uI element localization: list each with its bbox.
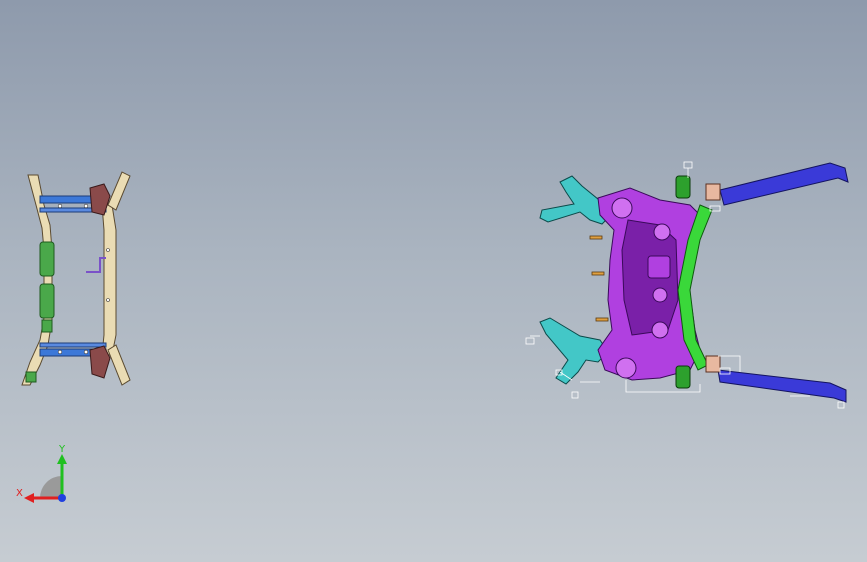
graphics-viewport[interactable]: X Y xyxy=(0,0,867,562)
coordinate-triad: X Y xyxy=(16,444,67,503)
triad-quadrant xyxy=(40,476,62,498)
triad-z-axis xyxy=(58,494,66,502)
triad-x-label: X xyxy=(16,488,23,499)
triad-y-label: Y xyxy=(58,444,66,455)
